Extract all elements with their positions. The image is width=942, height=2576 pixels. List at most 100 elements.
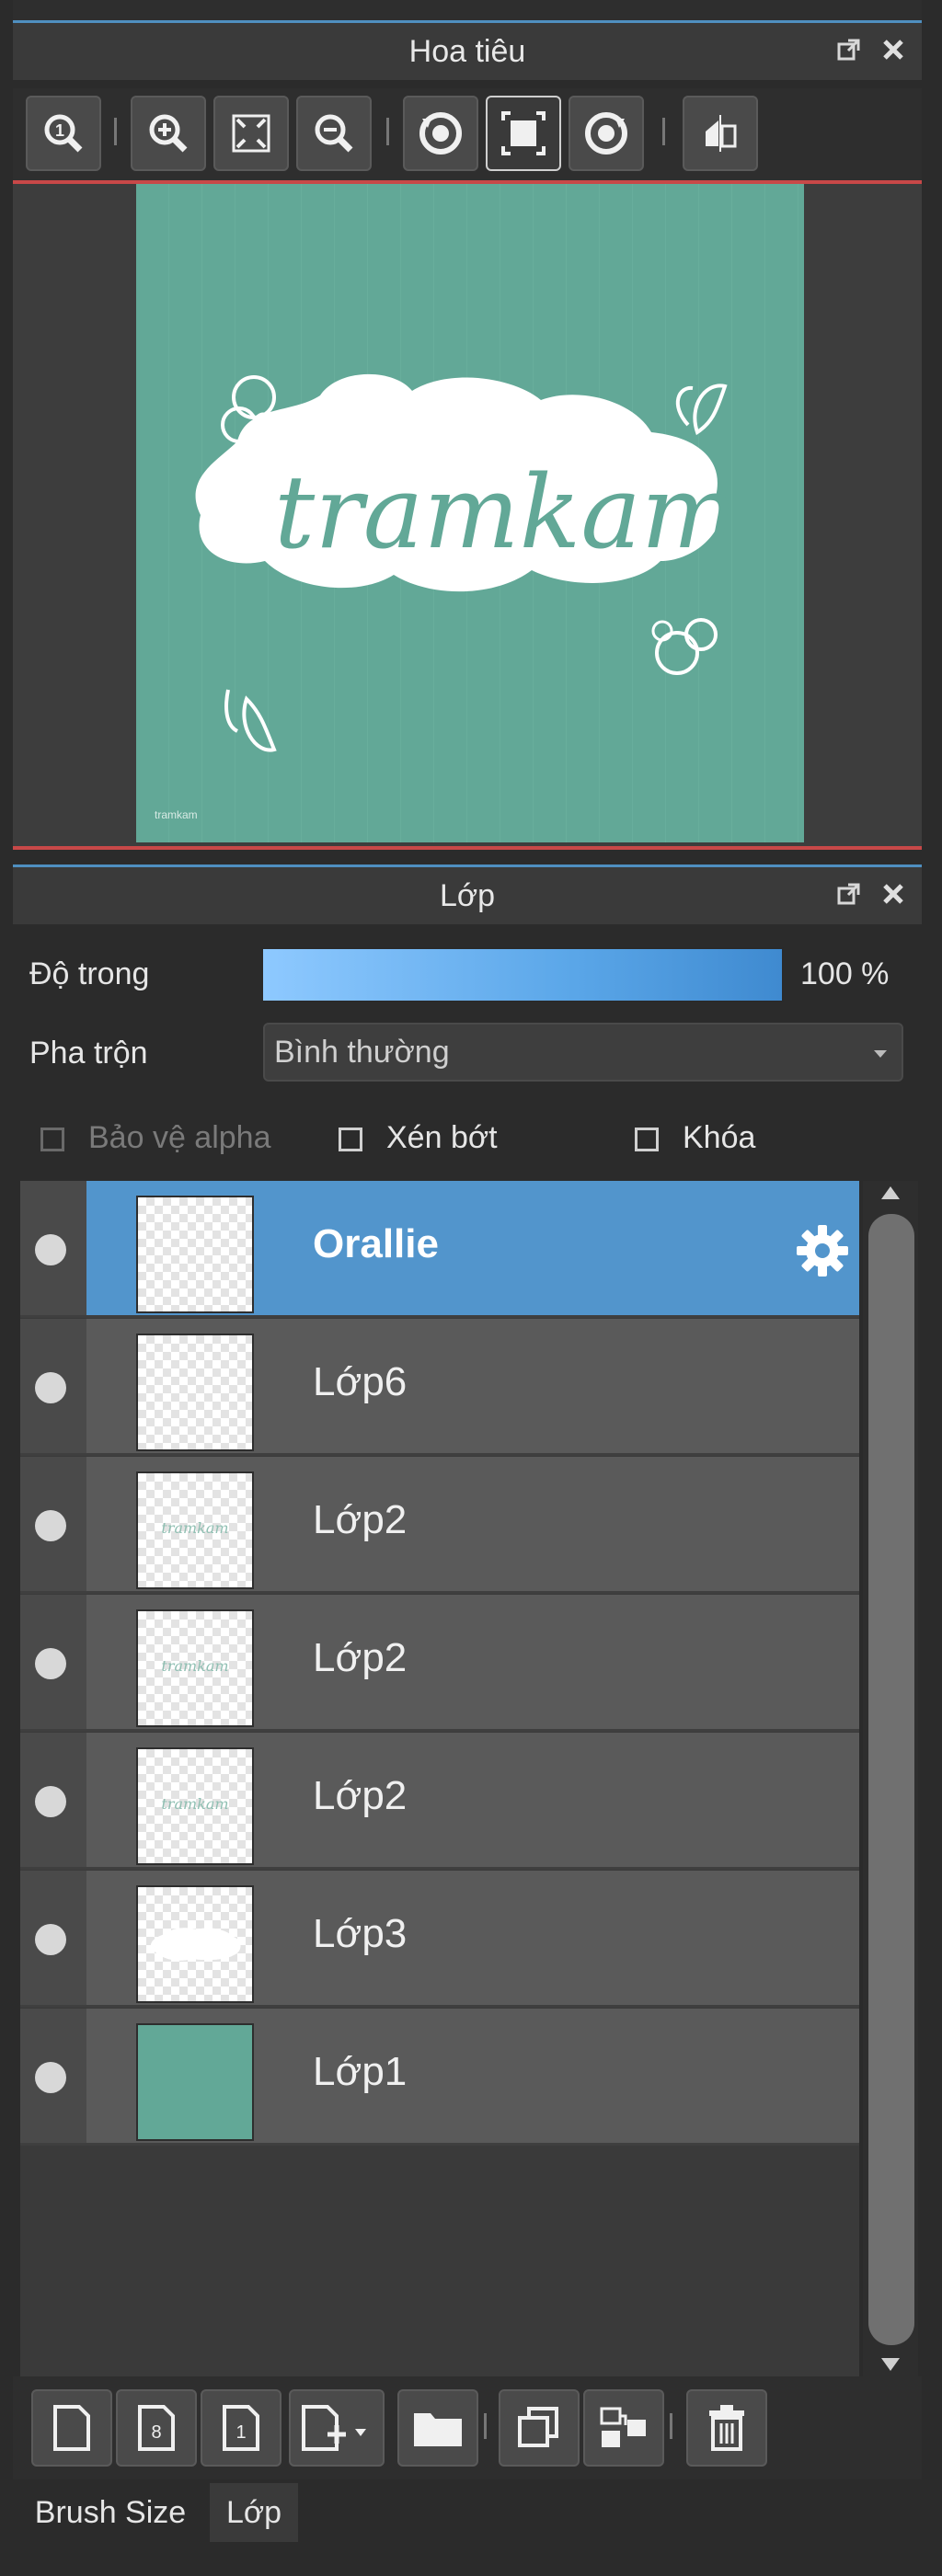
scroll-down-icon[interactable] (879, 2356, 902, 2373)
layer-row[interactable]: tramkam Lớp2 (20, 1595, 859, 1732)
chevron-down-icon (874, 1050, 887, 1058)
trash-icon (709, 2405, 744, 2451)
scrollbar-thumb[interactable] (868, 1214, 914, 2345)
cloud-shape (150, 1928, 241, 1961)
rotate-left-icon (419, 112, 462, 155)
zoom-in-icon (149, 114, 188, 153)
new-layer-button[interactable] (31, 2389, 112, 2467)
visibility-column (20, 2009, 86, 2143)
layer-row[interactable]: tramkam Lớp2 (20, 1457, 859, 1594)
blend-mode-select[interactable]: Bình thường (263, 1023, 903, 1082)
close-icon[interactable] (879, 878, 907, 910)
visibility-toggle[interactable] (35, 1648, 66, 1679)
visibility-toggle[interactable] (35, 1234, 66, 1265)
thumbnail-lettering: tramkam (161, 1795, 229, 1813)
new-folder-button[interactable] (397, 2389, 478, 2467)
layer-row[interactable]: Lớp3 (20, 1871, 859, 2008)
layer-thumbnail (136, 2023, 254, 2141)
visibility-toggle[interactable] (35, 1924, 66, 1955)
svg-text:8: 8 (151, 2422, 161, 2443)
canvas-preview: tramkam tramkam (136, 184, 804, 842)
opacity-value: 100 % (800, 956, 890, 991)
gear-icon[interactable] (793, 1221, 852, 1280)
blend-label: Pha trộn (29, 1036, 148, 1070)
duplicate-layer-button[interactable] (499, 2389, 580, 2467)
layer-name: Lớp6 (313, 1359, 408, 1404)
navigator-toolbar: 1 (13, 88, 922, 184)
clipping-label: Xén bớt (386, 1120, 498, 1155)
popout-icon[interactable] (835, 34, 863, 65)
layer-toolbar: 8 1 (13, 2376, 922, 2479)
blend-mode-value: Bình thường (274, 1034, 450, 1070)
add-layer-menu-button[interactable] (289, 2389, 385, 2467)
layer-name: Lớp2 (313, 1773, 408, 1818)
fit-window-button[interactable] (486, 96, 561, 171)
rotate-right-button[interactable] (569, 96, 644, 171)
layer-row[interactable]: Lớp1 (20, 2009, 859, 2146)
layer-row[interactable]: Lớp6 (20, 1319, 859, 1456)
layer-panel-title: Lớp (439, 877, 496, 913)
visibility-column (20, 1871, 86, 2005)
visibility-column (20, 1319, 86, 1453)
1bit-layer-icon: 1 (223, 2405, 259, 2451)
artwork-preview: tramkam tramkam (136, 184, 804, 842)
layer-thumbnail (136, 1196, 254, 1313)
new-page-icon (53, 2405, 90, 2451)
protect-alpha-label: Bảo vệ alpha (88, 1120, 271, 1155)
zoom-out-icon (315, 114, 353, 153)
delete-layer-button[interactable] (686, 2389, 767, 2467)
new-8bit-layer-button[interactable]: 8 (116, 2389, 197, 2467)
visibility-toggle[interactable] (35, 1786, 66, 1817)
tab-brush-size[interactable]: Brush Size (13, 2483, 208, 2542)
layer-panel-header: Lớp (13, 864, 922, 924)
layer-name: Orallie (313, 1221, 439, 1266)
new-1bit-layer-button[interactable]: 1 (201, 2389, 281, 2467)
zoom-in-button[interactable] (131, 96, 206, 171)
flip-icon (706, 115, 737, 152)
layer-thumbnail: tramkam (136, 1747, 254, 1865)
visibility-column (20, 1457, 86, 1591)
zoom-out-button[interactable] (296, 96, 372, 171)
svg-text:1: 1 (55, 121, 64, 140)
fit-window-icon (501, 111, 546, 155)
merge-icon (600, 2407, 646, 2447)
svg-text:tramkam: tramkam (155, 808, 198, 821)
merge-layer-button[interactable] (583, 2389, 664, 2467)
svg-text:tramkam: tramkam (274, 453, 737, 571)
layer-thumbnail (136, 1334, 254, 1451)
layer-thumbnail (136, 1885, 254, 2003)
zoom-actual-button[interactable]: 1 (26, 96, 101, 171)
top-strip (13, 0, 922, 20)
close-icon[interactable] (879, 34, 907, 65)
visibility-toggle[interactable] (35, 1372, 66, 1403)
fit-screen-button[interactable] (213, 96, 289, 171)
lock-checkbox[interactable] (635, 1128, 659, 1151)
flip-button[interactable] (683, 96, 758, 171)
thumbnail-lettering: tramkam (161, 1519, 229, 1537)
toolbar-divider (670, 2413, 672, 2439)
visibility-toggle[interactable] (35, 1510, 66, 1541)
layer-row[interactable]: Orallie (20, 1181, 859, 1318)
tab-brush-size-label: Brush Size (34, 2494, 187, 2530)
rotate-left-button[interactable] (403, 96, 478, 171)
layer-thumbnail: tramkam (136, 1471, 254, 1589)
protect-alpha-checkbox[interactable] (40, 1128, 64, 1151)
fit-screen-icon (232, 114, 270, 153)
toolbar-divider (114, 118, 117, 145)
opacity-slider[interactable] (261, 947, 784, 1002)
layer-thumbnail: tramkam (136, 1609, 254, 1727)
layer-name: Lớp3 (313, 1911, 408, 1956)
toolbar-divider (662, 118, 665, 145)
navigator-preview[interactable]: tramkam tramkam (13, 184, 922, 850)
opacity-label: Độ trong (29, 956, 150, 991)
duplicate-icon (518, 2407, 558, 2447)
scroll-up-icon[interactable] (879, 1185, 902, 1201)
layer-list: Orallie Lớp6 tramkam Lớp2 tramkam Lớp2 t… (20, 1181, 859, 2376)
lock-label: Khóa (683, 1120, 756, 1155)
clipping-checkbox[interactable] (339, 1128, 362, 1151)
svg-text:1: 1 (236, 2422, 246, 2443)
popout-icon[interactable] (835, 878, 863, 910)
layer-row[interactable]: tramkam Lớp2 (20, 1733, 859, 1870)
visibility-toggle[interactable] (35, 2062, 66, 2093)
tab-layer[interactable]: Lớp (210, 2483, 298, 2542)
